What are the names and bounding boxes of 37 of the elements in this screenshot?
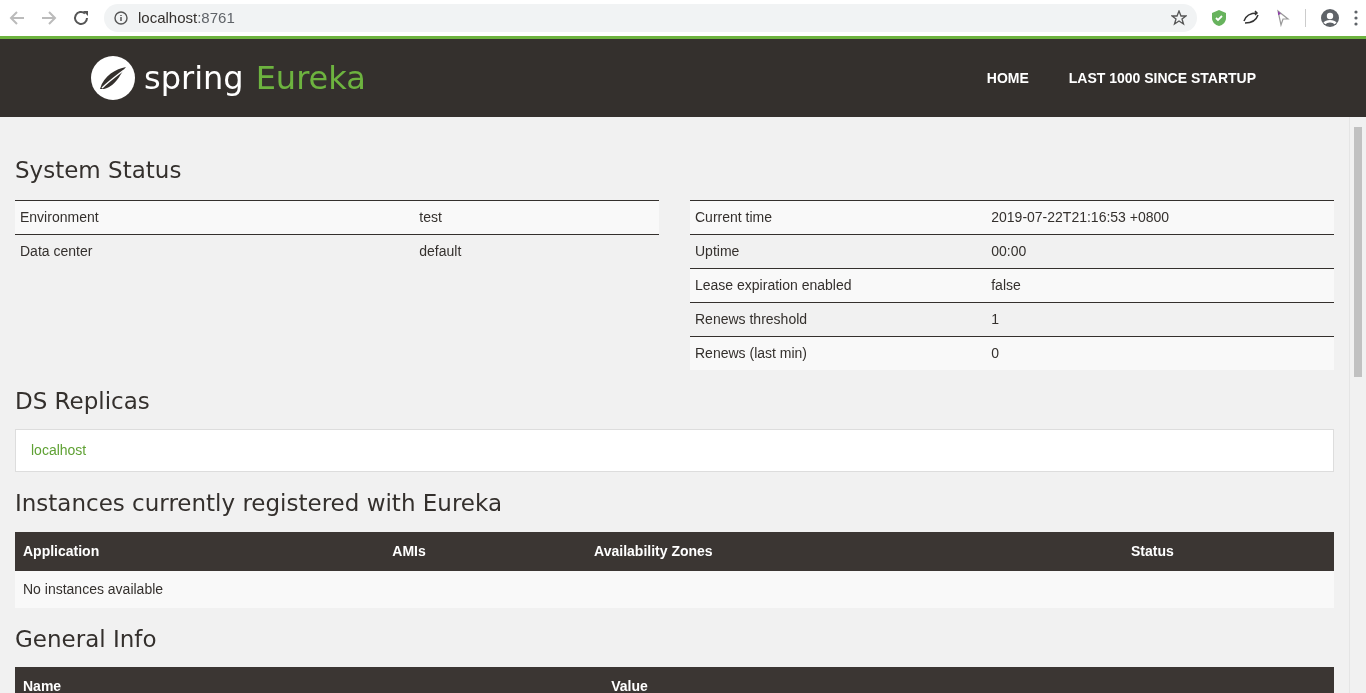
column-header: Availability Zones [586,531,1123,571]
table-cell: Data center [15,234,415,268]
table-cell: Renews (last min) [690,336,987,370]
product-name: Eureka [255,58,366,99]
menu-icon[interactable] [1354,10,1358,26]
nav-link[interactable]: HOME [986,67,1029,89]
section-title: System Status [15,157,183,185]
table-cell: 0 [986,336,1334,370]
table-cell: Environment [15,200,415,235]
column-header: AMIs [384,531,587,571]
reload-icon[interactable] [72,9,90,27]
brand-text: spring [144,58,244,99]
star-icon[interactable] [1171,10,1187,26]
leaf-logo-icon [90,55,136,101]
table-cell: Lease expiration enabled [690,268,987,303]
table-cell: Current time [690,200,987,235]
section-title: Instances currently registered with Eureka [15,490,503,518]
section-title: DS Replicas [15,387,151,416]
scroll-thumb[interactable] [1354,127,1362,377]
url-text: localhost:8761 [138,7,235,28]
column-header: Application [15,531,385,571]
avatar-icon[interactable] [1320,8,1340,28]
table-cell: 2019-07-22T21:16:53 +0800 [986,200,1334,235]
section-title: General Info [15,625,158,654]
info-icon[interactable] [114,11,128,25]
address-bar[interactable]: localhost:8761 [104,4,1197,32]
table-cell: default [414,234,659,268]
table-cell: false [986,268,1334,303]
column-header: Name [15,667,604,693]
column-header: Status [1122,531,1334,571]
cursor-icon[interactable] [1275,9,1291,27]
translate-icon[interactable] [1241,9,1261,27]
table-cell: test [414,200,659,235]
empty-message: No instances available [15,570,1334,608]
column-header: Value [603,667,1334,693]
nav-link[interactable]: LAST 1000 SINCE STARTUP [1068,67,1256,89]
shield-icon[interactable] [1211,9,1227,27]
